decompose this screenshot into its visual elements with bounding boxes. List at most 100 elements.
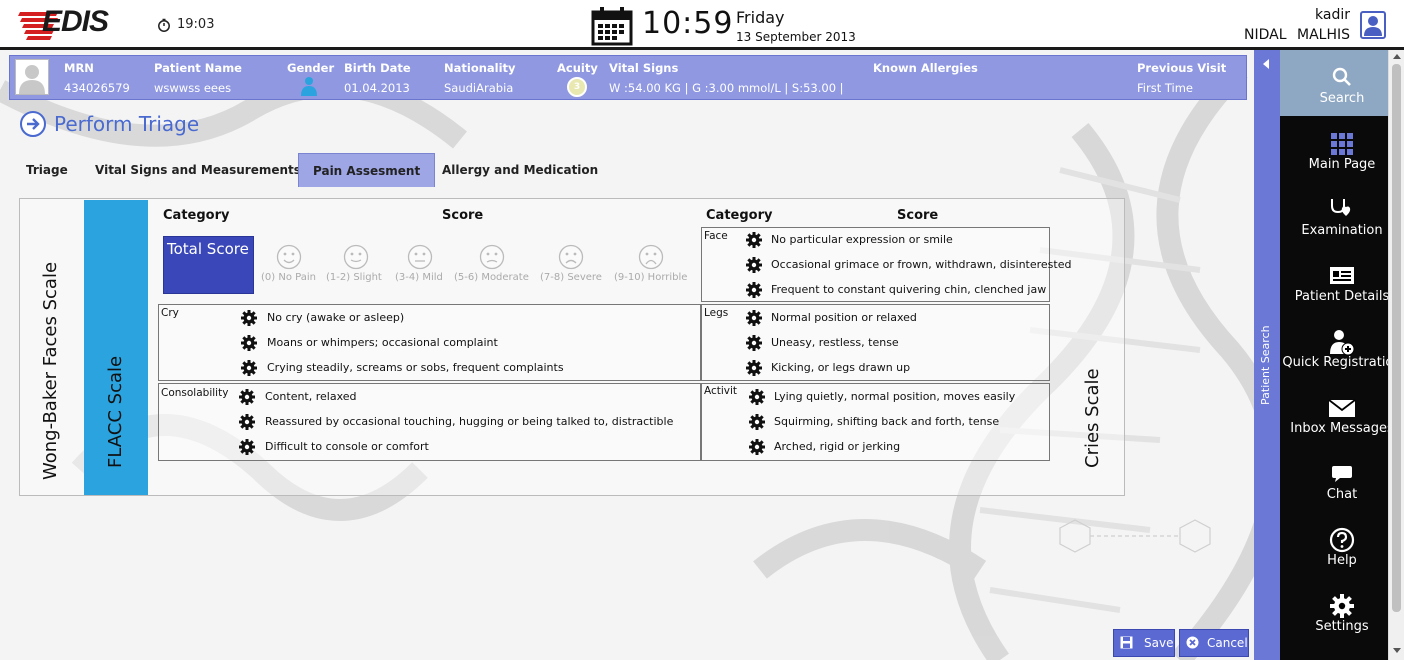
vertical-scrollbar[interactable] bbox=[1388, 50, 1404, 660]
acuity-header: Acuity bbox=[557, 61, 598, 75]
face-category-label: Face bbox=[704, 230, 728, 242]
gear-icon[interactable] bbox=[241, 360, 257, 376]
activity-option[interactable]: Arched, rigid or jerking bbox=[774, 440, 900, 453]
nav-patient-details[interactable]: Patient Details bbox=[1280, 248, 1389, 314]
left-category-header: Category bbox=[163, 208, 230, 223]
nav-help[interactable]: Help bbox=[1280, 512, 1388, 578]
gear-icon[interactable] bbox=[239, 389, 255, 405]
gear-icon[interactable] bbox=[746, 335, 762, 351]
left-score-header: Score bbox=[442, 208, 484, 223]
cry-option[interactable]: Crying steadily, screams or sobs, freque… bbox=[267, 361, 564, 374]
activity-category-label: Activit bbox=[704, 385, 738, 397]
patient-name-header: Patient Name bbox=[154, 61, 242, 75]
cancel-button[interactable]: Cancel bbox=[1179, 629, 1249, 657]
arrow-right-circle-icon bbox=[20, 111, 46, 137]
nav-label: Examination bbox=[1301, 223, 1383, 238]
pain-face-label: (0) No Pain bbox=[261, 272, 316, 283]
consolability-option[interactable]: Content, relaxed bbox=[265, 390, 357, 403]
pain-face-0-icon[interactable] bbox=[276, 244, 302, 270]
envelope-icon bbox=[1328, 399, 1356, 417]
consolability-category-label: Consolability bbox=[161, 387, 229, 399]
gear-icon[interactable] bbox=[241, 310, 257, 326]
nav-chat[interactable]: Chat bbox=[1280, 446, 1388, 512]
collapse-arrow-icon[interactable] bbox=[1263, 59, 1269, 69]
gender-header: Gender bbox=[287, 61, 335, 75]
tab-allergy-medication[interactable]: Allergy and Medication bbox=[428, 153, 612, 187]
legs-option[interactable]: Kicking, or legs drawn up bbox=[771, 361, 910, 374]
save-label: Save bbox=[1144, 636, 1174, 650]
scrollbar-thumb[interactable] bbox=[1392, 64, 1401, 612]
cry-category-label: Cry bbox=[161, 307, 179, 319]
user-fullname: NIDAL MALHIS bbox=[1244, 27, 1350, 43]
nav-examination[interactable]: Examination bbox=[1280, 182, 1388, 248]
username: kadir bbox=[1315, 7, 1350, 23]
wong-baker-scale-tab[interactable]: Wong-Baker Faces Scale bbox=[40, 240, 61, 480]
gear-icon[interactable] bbox=[746, 310, 762, 326]
stopwatch-icon bbox=[158, 18, 170, 32]
gear-icon[interactable] bbox=[746, 282, 762, 298]
face-option[interactable]: No particular expression or smile bbox=[771, 233, 953, 246]
pain-face-2-icon[interactable] bbox=[407, 244, 433, 270]
face-option[interactable]: Occasional grimace or frown, withdrawn, … bbox=[771, 258, 1071, 271]
flacc-scale-label[interactable]: FLACC Scale bbox=[105, 356, 126, 468]
cries-scale-tab[interactable]: Cries Scale bbox=[1082, 368, 1103, 468]
right-category-header: Category bbox=[706, 208, 773, 223]
nationality-header: Nationality bbox=[444, 61, 516, 75]
tab-pain-assessment[interactable]: Pain Assesment bbox=[298, 153, 436, 187]
nav-label: Quick Registration bbox=[1282, 355, 1402, 370]
activity-option[interactable]: Squirming, shifting back and forth, tens… bbox=[774, 415, 999, 428]
nav-search[interactable]: Search bbox=[1280, 50, 1388, 116]
nav-inbox-messages[interactable]: Inbox Messages bbox=[1280, 380, 1394, 446]
gear-icon[interactable] bbox=[749, 414, 765, 430]
gear-icon[interactable] bbox=[239, 439, 255, 455]
gear-icon[interactable] bbox=[746, 257, 762, 273]
tab-triage[interactable]: Triage bbox=[12, 153, 82, 187]
patient-search-label[interactable]: Patient Search bbox=[1259, 325, 1272, 405]
male-gender-icon bbox=[301, 77, 317, 96]
birth-date-value: 01.04.2013 bbox=[344, 81, 410, 95]
activity-option[interactable]: Lying quietly, normal position, moves ea… bbox=[774, 390, 1015, 403]
gear-icon[interactable] bbox=[241, 335, 257, 351]
stethoscope-icon bbox=[1331, 199, 1351, 216]
consolability-option[interactable]: Reassured by occasional touching, huggin… bbox=[265, 415, 673, 428]
nav-label: Patient Details bbox=[1294, 289, 1390, 304]
pain-face-label: (3-4) Mild bbox=[395, 272, 443, 283]
legs-option[interactable]: Uneasy, restless, tense bbox=[771, 336, 899, 349]
cry-option[interactable]: No cry (awake or asleep) bbox=[267, 311, 404, 324]
nav-quick-registration[interactable]: Quick Registration bbox=[1280, 314, 1402, 380]
gear-icon[interactable] bbox=[239, 414, 255, 430]
pain-face-label: (5-6) Moderate bbox=[454, 272, 529, 283]
user-icon bbox=[1364, 16, 1382, 36]
user-avatar[interactable] bbox=[1360, 11, 1386, 39]
patient-name-value: wswwss eees bbox=[154, 81, 232, 95]
gear-icon bbox=[1330, 594, 1354, 618]
save-button[interactable]: Save bbox=[1113, 629, 1175, 657]
known-allergies-header: Known Allergies bbox=[873, 61, 978, 75]
pain-face-5-icon[interactable] bbox=[638, 244, 664, 270]
nav-settings[interactable]: Settings bbox=[1280, 578, 1388, 644]
cry-option[interactable]: Moans or whimpers; occasional complaint bbox=[267, 336, 498, 349]
gear-icon[interactable] bbox=[749, 439, 765, 455]
nationality-value: SaudiArabia bbox=[444, 81, 514, 95]
face-option[interactable]: Frequent to constant quivering chin, cle… bbox=[771, 283, 1046, 296]
pain-face-label: (9-10) Horrible bbox=[614, 272, 688, 283]
pain-face-1-icon[interactable] bbox=[343, 244, 369, 270]
pain-face-4-icon[interactable] bbox=[558, 244, 584, 270]
scroll-down-arrow-icon[interactable] bbox=[1393, 648, 1401, 653]
tab-vital-signs[interactable]: Vital Signs and Measurements bbox=[81, 153, 315, 187]
main-area: MRN 434026579 Patient Name wswwss eees G… bbox=[0, 50, 1254, 660]
floppy-disk-icon bbox=[1120, 636, 1133, 649]
mrn-value: 434026579 bbox=[64, 81, 130, 95]
close-circle-icon bbox=[1186, 636, 1199, 649]
top-header: EDIS 19:03 10:59 Friday 13 September 201… bbox=[0, 0, 1404, 50]
current-time: 10:59 bbox=[642, 6, 734, 41]
legs-option[interactable]: Normal position or relaxed bbox=[771, 311, 917, 324]
consolability-option[interactable]: Difficult to console or comfort bbox=[265, 440, 429, 453]
gear-icon[interactable] bbox=[746, 232, 762, 248]
scroll-up-arrow-icon[interactable] bbox=[1393, 54, 1401, 59]
patient-search-panel-toggle[interactable]: Patient Search bbox=[1254, 50, 1280, 660]
nav-main-page[interactable]: Main Page bbox=[1280, 116, 1388, 182]
gear-icon[interactable] bbox=[746, 360, 762, 376]
gear-icon[interactable] bbox=[749, 389, 765, 405]
pain-face-3-icon[interactable] bbox=[479, 244, 505, 270]
